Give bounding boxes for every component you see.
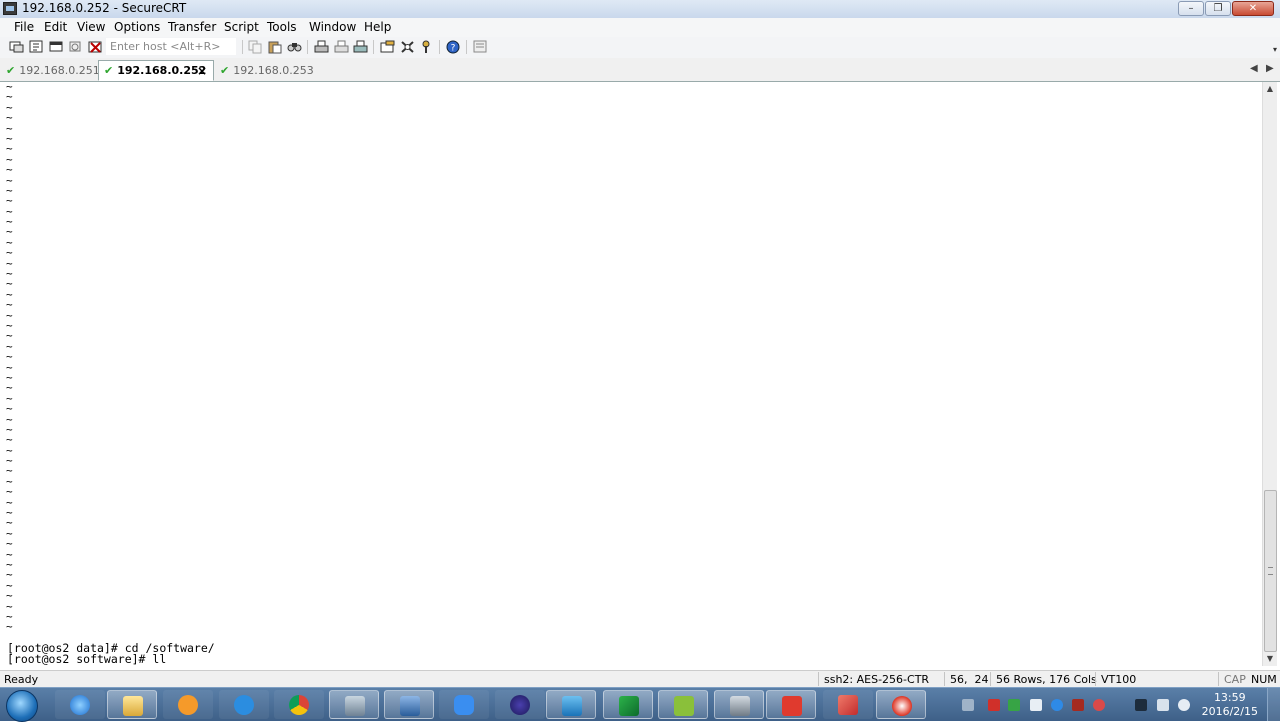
status-caps-lock: CAP [1224, 673, 1246, 686]
session-tab-bar: ✔ 192.168.0.251 ✔ 192.168.0.252 × ✔ 192.168… [0, 58, 1280, 82]
media-player-icon[interactable] [163, 690, 213, 719]
feather-tray-icon[interactable] [1051, 699, 1063, 711]
title-bar: 192.168.0.252 - SecureCRT – ❐ ✕ [0, 0, 1280, 19]
menu-script[interactable]: Script [224, 20, 259, 34]
menu-bar: File Edit View Options Transfer Script T… [0, 18, 1280, 37]
scroll-up-icon[interactable]: ▲ [1263, 82, 1277, 96]
keyboard-tray-icon[interactable] [962, 699, 974, 711]
tab-scroll-right-icon[interactable]: ▶ [1266, 63, 1274, 74]
start-button[interactable] [6, 690, 38, 722]
file-explorer-icon[interactable] [107, 690, 157, 719]
command-window-icon[interactable] [473, 40, 488, 54]
vim-empty-line-markers: ~ ~ ~ ~ ~ ~ ~ ~ ~ ~ ~ ~ ~ ~ ~ ~ ~ ~ ~ ~ ~ ~ ~ ~ ~ ~ ~ ~ ~ ~ ~ ~ ~ ~ ~ ~ ~ ~ ~ ~… [6, 81, 13, 634]
feather-icon[interactable] [439, 690, 489, 719]
eclipse-icon[interactable] [495, 690, 545, 719]
paste-icon[interactable] [267, 40, 282, 54]
ie-icon[interactable] [55, 690, 105, 719]
close-tab-icon[interactable]: × [197, 61, 207, 81]
tab-192-168-0-252[interactable]: ✔ 192.168.0.252 × [98, 60, 214, 81]
global-options-icon[interactable] [400, 40, 415, 54]
window-title: 192.168.0.252 - SecureCRT [22, 1, 187, 15]
scroll-down-icon[interactable]: ▼ [1263, 652, 1277, 666]
quick-connect-icon[interactable] [29, 40, 44, 54]
menu-options[interactable]: Options [114, 20, 160, 34]
close-window-button[interactable]: ✕ [1232, 1, 1274, 16]
menu-help[interactable]: Help [364, 20, 391, 34]
qq-browser-icon[interactable] [876, 690, 926, 719]
show-desktop-button[interactable] [1267, 688, 1280, 721]
menu-file[interactable]: File [14, 20, 34, 34]
antivirus-tray-icon[interactable] [988, 699, 1000, 711]
menu-window[interactable]: Window [309, 20, 356, 34]
app-tray-icon[interactable] [1093, 699, 1105, 711]
terminal-output: [root@os2 data]# cd /software/[root@os2 … [7, 643, 215, 664]
status-ready: Ready [4, 673, 39, 686]
windows-tray-icon[interactable] [1030, 699, 1042, 711]
help-icon[interactable]: ? [446, 40, 461, 54]
disconnect-icon[interactable] [88, 40, 103, 54]
m-app-icon[interactable] [658, 690, 708, 719]
toolbar-overflow-icon[interactable]: ▾ [1273, 45, 1277, 54]
toolbar: Enter host <Alt+R> ? ▾ [0, 37, 1280, 59]
status-bar: Ready ssh2: AES-256-CTR 56, 24 56 Rows, … [0, 670, 1280, 688]
network-tray-icon[interactable] [1157, 699, 1169, 711]
menu-view[interactable]: View [77, 20, 105, 34]
menu-tools[interactable]: Tools [267, 20, 297, 34]
terminal-line: [root@os2 software]# ll [7, 651, 167, 666]
security-tray-icon[interactable] [1008, 699, 1020, 711]
remote-desktop-icon[interactable] [329, 690, 379, 719]
pycharm-icon[interactable] [603, 690, 653, 719]
tab-192-168-0-253[interactable]: ✔ 192.168.0.253 [220, 61, 314, 81]
svg-text:?: ? [451, 44, 456, 54]
lock-tool-icon[interactable] [384, 690, 434, 719]
chrome-icon[interactable] [274, 690, 324, 719]
eraser-icon[interactable] [823, 690, 873, 719]
restore-button[interactable]: ❐ [1205, 1, 1231, 16]
xmind-icon[interactable] [766, 690, 816, 719]
windows-taskbar: 13:59 2016/2/15 [0, 687, 1280, 722]
vertical-scrollbar[interactable]: ▲ ▼ [1262, 82, 1277, 666]
virtualbox-icon[interactable] [546, 690, 596, 719]
print-setup-icon[interactable] [353, 40, 368, 54]
taskbar-clock[interactable]: 13:59 2016/2/15 [1202, 691, 1258, 719]
volume-tray-icon[interactable] [1178, 699, 1190, 711]
securecrt-app-icon[interactable] [3, 2, 17, 15]
clock-date: 2016/2/15 [1201, 705, 1258, 718]
find-icon[interactable] [287, 40, 302, 54]
user-tray-icon[interactable] [1135, 699, 1147, 711]
minimize-button[interactable]: – [1178, 1, 1204, 16]
reconnect-icon[interactable] [68, 40, 83, 54]
status-cipher: ssh2: AES-256-CTR [824, 673, 930, 686]
tab-192-168-0-251[interactable]: ✔ 192.168.0.251 [6, 61, 100, 81]
status-terminal-size: 56 Rows, 176 Cols [996, 673, 1097, 686]
connected-check-icon: ✔ [6, 64, 16, 77]
baidu-cloud-icon[interactable] [219, 690, 269, 719]
connect-icon[interactable] [9, 40, 24, 54]
print-icon[interactable] [314, 40, 329, 54]
securecrt-icon[interactable] [714, 690, 764, 719]
tab-scroll-left-icon[interactable]: ◀ [1250, 63, 1258, 74]
status-num-lock: NUM [1251, 673, 1277, 686]
print-selection-icon[interactable] [334, 40, 349, 54]
clock-time: 13:59 [1213, 691, 1246, 704]
shield-tray-icon[interactable] [1072, 699, 1084, 711]
menu-edit[interactable]: Edit [44, 20, 67, 34]
connect-tab-icon[interactable] [49, 40, 64, 54]
scrollbar-thumb[interactable] [1264, 490, 1277, 652]
connected-check-icon: ✔ [104, 64, 114, 77]
status-cursor-position: 56, 24 [950, 673, 989, 686]
status-emulation: VT100 [1101, 673, 1137, 686]
tilde-line: ~ [6, 620, 13, 634]
connected-check-icon: ✔ [220, 64, 230, 77]
keymap-icon[interactable] [419, 40, 434, 54]
copy-icon[interactable] [248, 40, 263, 54]
menu-transfer[interactable]: Transfer [168, 20, 216, 34]
terminal-screen[interactable]: ~ ~ ~ ~ ~ ~ ~ ~ ~ ~ ~ ~ ~ ~ ~ ~ ~ ~ ~ ~ ~ ~ ~ ~ ~ ~ ~ ~ ~ ~ ~ ~ ~ ~ ~ ~ ~ ~ ~ ~… [0, 81, 1262, 666]
session-options-icon[interactable] [380, 40, 395, 54]
enter-host-input[interactable]: Enter host <Alt+R> [106, 38, 236, 55]
